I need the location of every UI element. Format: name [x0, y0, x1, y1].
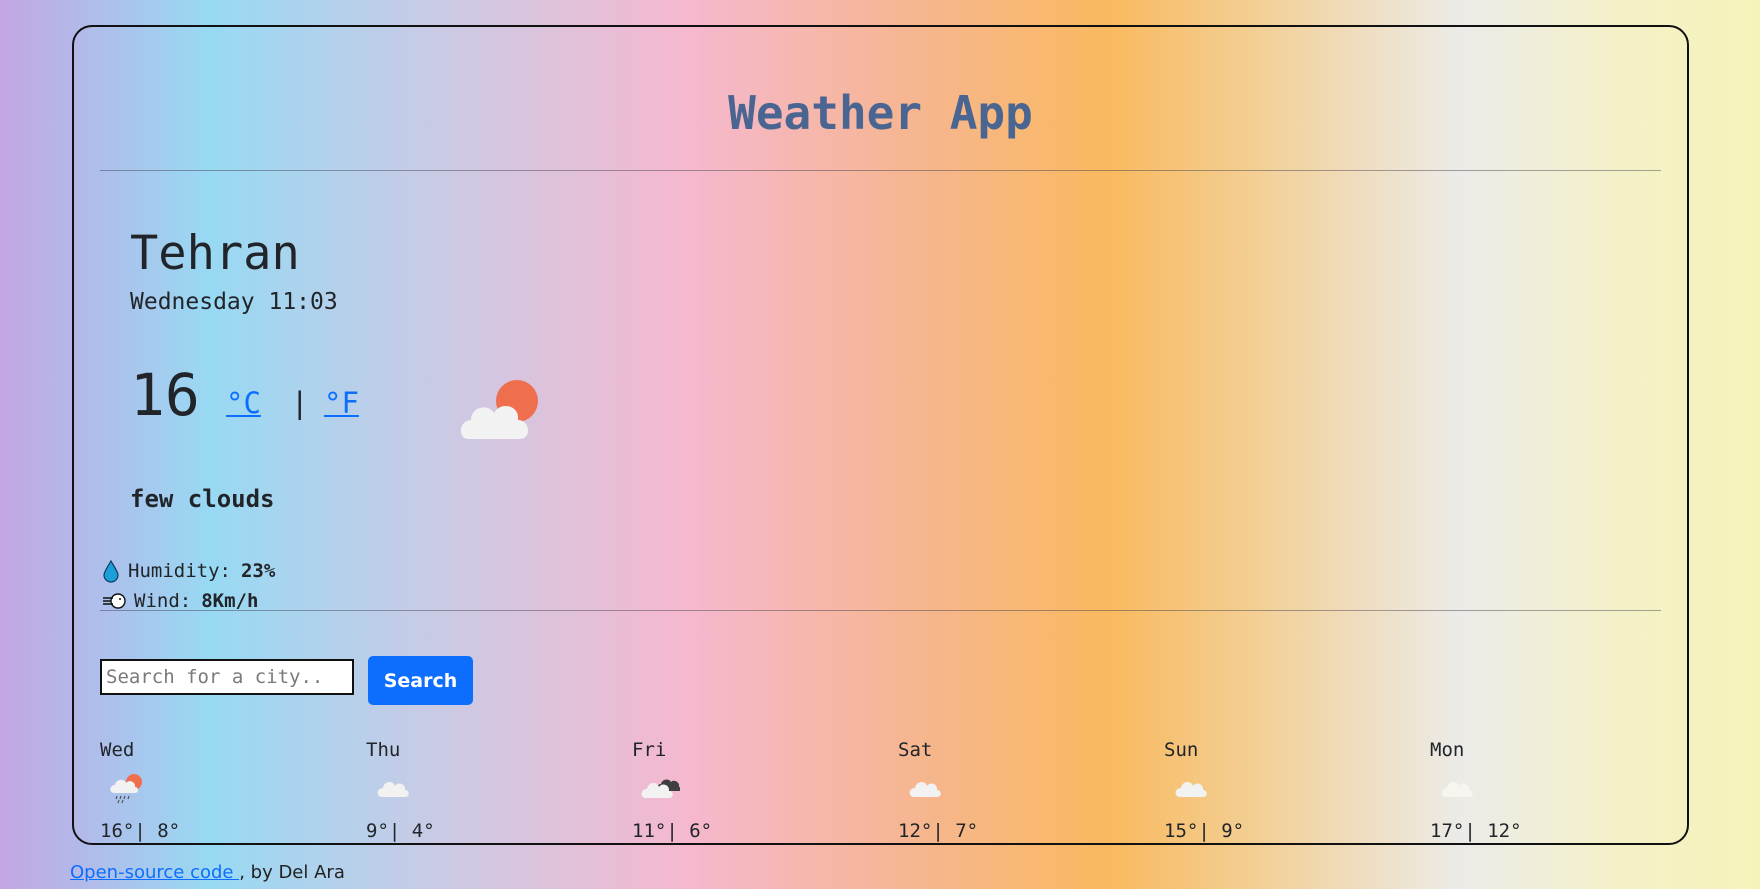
- current-datetime: Wednesday 11:03: [130, 289, 338, 315]
- cloud-icon: [1175, 782, 1207, 797]
- faint-cloud-icon: [1441, 782, 1473, 797]
- forecast-day-name: Mon: [1430, 739, 1465, 761]
- forecast-day: Thu 9°| 4°: [366, 727, 566, 842]
- few-clouds-day-icon: [460, 380, 538, 439]
- unit-separator: |: [291, 386, 309, 420]
- current-temperature-row: 16 °C | °F: [130, 355, 730, 465]
- humidity-value: 23%: [240, 560, 276, 582]
- cloud-icon: [377, 782, 409, 797]
- humidity-label: Humidity:: [128, 560, 231, 582]
- app-title: Weather App: [728, 86, 1033, 140]
- temperature-value: 16: [130, 361, 200, 429]
- forecast-day-name: Wed: [100, 739, 135, 761]
- forecast-day: Mon 17°| 12°: [1430, 727, 1630, 842]
- forecast-day-name: Fri: [632, 739, 667, 761]
- forecast-day-name: Sat: [898, 739, 933, 761]
- weather-card: Weather App Tehran Wednesday 11:03 16 °C…: [72, 25, 1689, 845]
- forecast-strip: Wed 16°| 8° Thu 9°| 4° Fri 11°| 6° Sat 1…: [100, 727, 1660, 847]
- forecast-day: Sun 15°| 9°: [1164, 727, 1364, 842]
- footer: Open-source code , by Del Ara: [70, 860, 345, 886]
- celsius-link[interactable]: °C: [226, 383, 261, 423]
- city-search-input[interactable]: [100, 659, 354, 695]
- forecast-day-name: Sun: [1164, 739, 1199, 761]
- open-source-link[interactable]: Open-source code: [70, 862, 239, 883]
- footer-author: , by Del Ara: [239, 862, 345, 883]
- humidity-stat: Humidity: 23%: [100, 558, 275, 584]
- forecast-day-name: Thu: [366, 739, 401, 761]
- fahrenheit-link[interactable]: °F: [324, 383, 359, 423]
- forecast-day: Fri 11°| 6°: [632, 727, 832, 842]
- rain-sun-icon: [110, 774, 142, 804]
- forecast-day-temps: 16°| 8°: [100, 820, 181, 842]
- search-divider: [100, 610, 1661, 611]
- weather-description: few clouds: [130, 485, 275, 513]
- forecast-day-temps: 12°| 7°: [898, 820, 979, 842]
- header-divider: [100, 170, 1661, 171]
- broken-clouds-icon: [641, 779, 680, 798]
- forecast-day-temps: 15°| 9°: [1164, 820, 1245, 842]
- forecast-day: Wed 16°| 8°: [100, 727, 300, 842]
- search-button[interactable]: Search: [368, 656, 473, 705]
- water-drop-icon: [103, 559, 119, 583]
- forecast-day-temps: 11°| 6°: [632, 820, 713, 842]
- forecast-day-temps: 17°| 12°: [1430, 820, 1522, 842]
- city-name: Tehran: [130, 226, 300, 281]
- forecast-day: Sat 12°| 7°: [898, 727, 1098, 842]
- forecast-day-temps: 9°| 4°: [366, 820, 435, 842]
- cloud-icon: [909, 782, 941, 797]
